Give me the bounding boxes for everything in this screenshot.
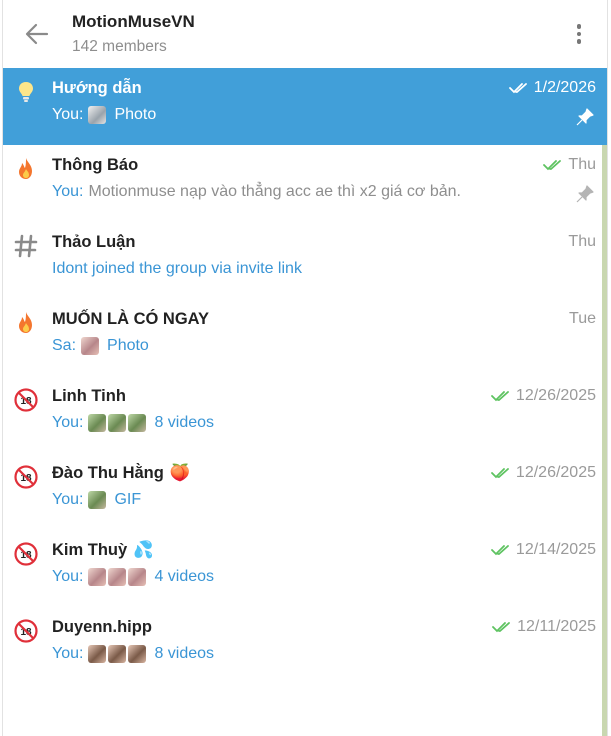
media-label: 8 videos — [154, 645, 215, 662]
topic-date: Thu — [568, 156, 596, 173]
topic-date: 1/2/2026 — [533, 79, 596, 96]
double-check-icon — [491, 468, 509, 479]
topic-date: 12/11/2025 — [517, 618, 596, 635]
sender-label: You: — [52, 568, 84, 585]
fire-icon — [19, 158, 32, 179]
photo-thumbnail — [88, 106, 108, 124]
back-arrow-icon[interactable] — [23, 20, 51, 48]
topic-row-thao-luan[interactable]: Thảo Luận Idont joined the group via inv… — [3, 222, 607, 299]
topic-preview: You: 8 videos — [52, 414, 214, 432]
sender-label: You: — [52, 645, 84, 662]
message-text: Motionmuse nạp vào thẳng acc ae thì x2 g… — [88, 183, 461, 200]
double-check-icon — [491, 545, 509, 556]
topic-date: Tue — [569, 310, 596, 327]
sender-label: You: — [52, 491, 84, 508]
topic-name: Thông Báo — [52, 156, 139, 174]
member-count: 142 members — [72, 38, 167, 55]
sender-label: Sa: — [52, 337, 77, 354]
fire-icon — [19, 312, 32, 333]
photo-thumbnail — [81, 337, 101, 355]
group-title: MotionMuseVN — [72, 12, 195, 31]
media-label: GIF — [114, 491, 142, 508]
hash-icon — [14, 234, 38, 258]
double-check-icon — [492, 622, 511, 633]
peach-emoji: 🍑 — [169, 464, 191, 482]
topic-row-thong-bao[interactable]: Thông Báo You: Motionmuse nạp vào thẳng … — [3, 145, 607, 222]
topic-name: MUỐN LÀ CÓ NGAY — [52, 310, 210, 328]
topic-date: 12/26/2025 — [515, 387, 596, 404]
media-label: Photo — [114, 106, 157, 123]
chat-topics-panel: MotionMuseVN 142 members Hướng dẫn You: … — [2, 0, 608, 736]
video-thumbnails — [88, 414, 148, 432]
topic-preview: You: 8 videos — [52, 645, 214, 663]
topic-date: 12/14/2025 — [515, 541, 596, 558]
lightbulb-icon — [19, 82, 33, 102]
no-under-18-icon: 18 — [14, 465, 38, 489]
service-message: Idont joined the group via invite link — [52, 260, 302, 277]
topic-name: Kim Thuỳ 💦 — [52, 541, 154, 559]
double-check-icon — [508, 83, 527, 94]
gif-thumbnail — [88, 491, 108, 509]
topic-date: 12/26/2025 — [515, 464, 596, 481]
topic-name: Duyenn.hipp — [52, 618, 152, 636]
sender-label: You: — [52, 106, 84, 123]
video-thumbnails — [88, 645, 148, 663]
topic-preview: You: GIF — [52, 491, 141, 509]
pin-icon — [576, 108, 594, 126]
sender-label: You: — [52, 414, 84, 431]
media-label: Photo — [107, 337, 149, 354]
pin-icon — [576, 185, 594, 203]
topic-row-duyenn-hipp[interactable]: 18 Duyenn.hipp You: 8 videos 12/11/2025 — [3, 607, 607, 684]
video-thumbnails — [88, 568, 148, 586]
topic-preview: Sa: Photo — [52, 337, 149, 355]
header: MotionMuseVN 142 members — [3, 0, 607, 68]
topic-name: Đào Thu Hằng 🍑 — [52, 464, 191, 482]
topic-name: Linh Tinh — [52, 387, 126, 405]
topic-row-huong-dan[interactable]: Hướng dẫn You: Photo 1/2/2026 — [3, 68, 607, 145]
topic-preview: You: Motionmuse nạp vào thẳng acc ae thì… — [52, 183, 461, 201]
double-check-icon — [491, 391, 509, 402]
topic-preview: You: 4 videos — [52, 568, 214, 586]
topic-date: Thu — [568, 233, 596, 250]
media-label: 4 videos — [154, 568, 215, 585]
sender-label: You: — [52, 183, 84, 200]
no-under-18-icon: 18 — [14, 388, 38, 412]
no-under-18-icon: 18 — [14, 542, 38, 566]
topic-row-dao-thu-hang[interactable]: 18 Đào Thu Hằng🍑 You: GIF 12/26/2025 — [3, 453, 607, 530]
topic-name: Hướng dẫn — [52, 79, 142, 97]
no-under-18-icon: 18 — [14, 619, 38, 643]
topic-row-muon-la-co-ngay[interactable]: MUỐN LÀ CÓ NGAY Sa: Photo Tue — [3, 299, 607, 376]
topic-row-kim-thuy[interactable]: 18 Kim Thuỳ💦 You: 4 videos 12/14/2025 — [3, 530, 607, 607]
droplets-emoji: 💦 — [133, 541, 154, 559]
more-menu-icon[interactable] — [567, 21, 591, 49]
topic-row-linh-tinh[interactable]: 18 Linh Tinh You: 8 videos 12/26/2025 — [3, 376, 607, 453]
topic-preview: You: Photo — [52, 106, 156, 124]
topic-list: Hướng dẫn You: Photo 1/2/2026 Thông Báo … — [3, 68, 607, 684]
topic-name: Thảo Luận — [52, 233, 136, 251]
topic-preview: Idont joined the group via invite link — [52, 260, 302, 278]
media-label: 8 videos — [154, 414, 215, 431]
double-check-icon — [543, 160, 562, 171]
